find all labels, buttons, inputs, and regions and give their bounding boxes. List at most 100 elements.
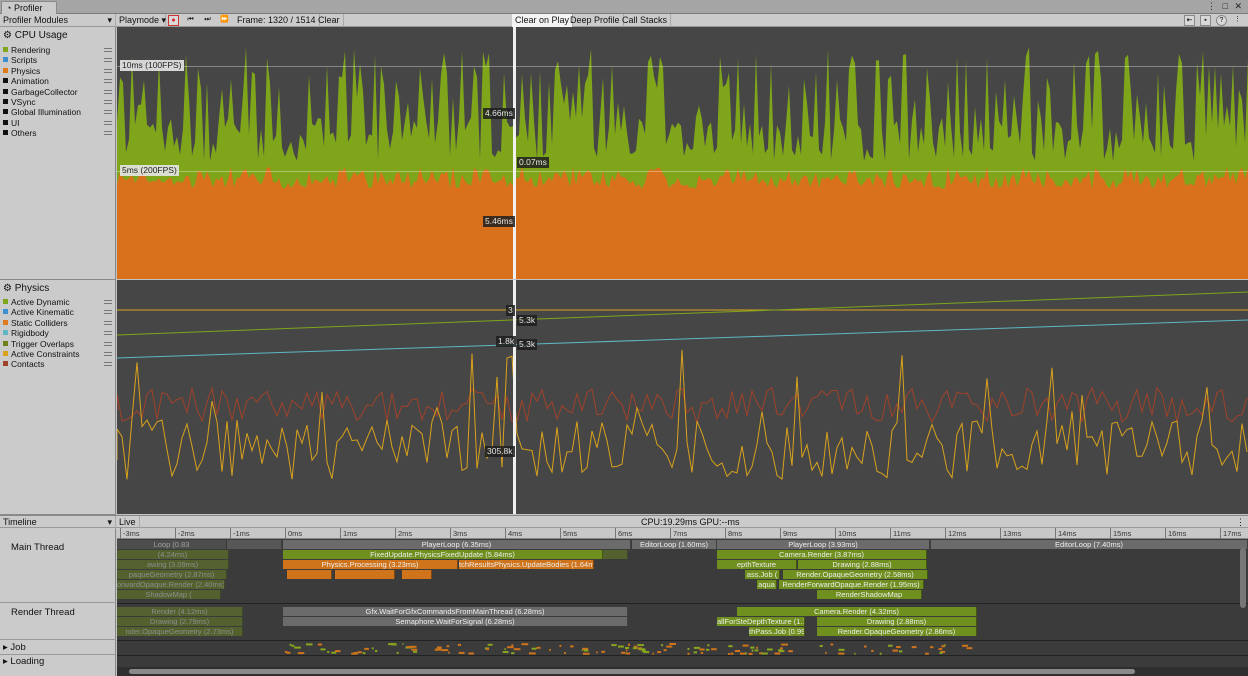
physics-graph[interactable]: 3 5.3k 1.8k 5.3k 305.8k bbox=[117, 280, 1248, 514]
physics-value-1-8k: 1.8k bbox=[496, 336, 517, 347]
menu-icon[interactable]: ⋮ bbox=[1232, 15, 1243, 26]
profiler-tab[interactable]: ◔ Profiler bbox=[1, 1, 58, 14]
cpu-legend-physics[interactable]: Physics bbox=[3, 66, 115, 76]
cpu-module-header[interactable]: ⚙ CPU Usage bbox=[3, 30, 68, 41]
drag-handle-icon[interactable] bbox=[104, 68, 112, 73]
physics-legend-trigger-overlaps[interactable]: Trigger Overlaps bbox=[3, 339, 115, 349]
physics-legend-active-kinematic[interactable]: Active Kinematic bbox=[3, 307, 115, 317]
block-editorloop-1[interactable]: EditorLoop (1.60ms) bbox=[632, 540, 717, 549]
first-frame-icon[interactable]: ⏮ bbox=[185, 15, 196, 26]
block-opaque-geometry[interactable]: Render.OpaqueGeometry (2.58ms) bbox=[783, 570, 928, 579]
block-prev-row5[interactable]: orwardOpaque.Render (2.40ms) bbox=[117, 580, 225, 589]
cpu-legend-others[interactable]: Others bbox=[3, 128, 115, 138]
cpu-usage-graph[interactable]: 10ms (100FPS) 5ms (200FPS) 4.66ms 0.07ms… bbox=[117, 27, 1248, 279]
window-controls[interactable]: ⋮ □ ✕ bbox=[1207, 1, 1244, 12]
physics-legend-active-dynamic[interactable]: Active Dynamic bbox=[3, 297, 115, 307]
drag-handle-icon[interactable] bbox=[104, 331, 112, 336]
block-loop-prev[interactable]: Loop (0.83 bbox=[117, 540, 227, 549]
job-sample bbox=[531, 647, 537, 650]
block-pass-job[interactable]: ass.Job ( bbox=[745, 570, 780, 579]
physics-legend-contacts[interactable]: Contacts bbox=[3, 359, 115, 369]
block-update-bodies[interactable]: tchResultsPhysics.UpdateBodies (1.64ms) bbox=[459, 560, 594, 569]
cpu-legend-animation[interactable]: Animation bbox=[3, 76, 115, 86]
clear-button[interactable]: Clear bbox=[315, 14, 344, 27]
block-physics-processing[interactable]: Physics.Processing (3.23ms) bbox=[283, 560, 458, 569]
load-icon[interactable]: ⇤ bbox=[1184, 15, 1195, 26]
cpu-legend-vsync[interactable]: VSync bbox=[3, 97, 115, 107]
block-physics-sub-1[interactable] bbox=[287, 570, 332, 579]
drag-handle-icon[interactable] bbox=[104, 110, 112, 115]
timeline-view[interactable]: -3ms -2ms -1ms 0ms 1ms 2ms 3ms 4ms 5ms 6ms 7ms 8ms 9… bbox=[117, 528, 1248, 676]
record-button[interactable]: ● bbox=[168, 15, 179, 26]
block-forward-opaque[interactable]: RenderForwardOpaque.Render (1.95ms) bbox=[779, 580, 924, 589]
clear-on-play-toggle[interactable]: Clear on Play bbox=[512, 14, 574, 27]
drag-handle-icon[interactable] bbox=[104, 300, 112, 304]
physics-legend-rigidbody[interactable]: Rigidbody bbox=[3, 328, 115, 338]
call-stacks-toggle[interactable]: Call Stacks bbox=[619, 14, 672, 27]
physics-legend-active-constraints[interactable]: Active Constraints bbox=[3, 349, 115, 359]
drag-handle-icon[interactable] bbox=[104, 79, 112, 84]
cpu-legend-ui[interactable]: UI bbox=[3, 118, 115, 128]
help-icon[interactable]: ? bbox=[1216, 15, 1227, 26]
drag-handle-icon[interactable] bbox=[104, 310, 112, 315]
physics-legend-static-colliders[interactable]: Static Colliders bbox=[3, 318, 115, 328]
block-prev[interactable] bbox=[227, 540, 282, 549]
cpu-legend-global-illumination[interactable]: Global Illumination bbox=[3, 107, 115, 117]
block-semaphore-wait[interactable]: Semaphore.WaitForSignal (6.28ms) bbox=[283, 617, 628, 626]
frame-cursor[interactable] bbox=[513, 27, 516, 279]
drag-handle-icon[interactable] bbox=[104, 48, 112, 52]
timeline-horizontal-scrollbar[interactable] bbox=[117, 667, 1248, 676]
block-physics-sub-3[interactable] bbox=[402, 570, 432, 579]
block-gfx-wait[interactable]: Gfx.WaitForGfxCommandsFromMainThread (6.… bbox=[283, 607, 628, 616]
block-render-shadowmap[interactable]: RenderShadowMap bbox=[817, 590, 922, 599]
drag-handle-icon[interactable] bbox=[104, 58, 112, 63]
drag-handle-icon[interactable] bbox=[104, 352, 112, 356]
render-prev-1[interactable]: Render (4.12ms) bbox=[117, 607, 243, 616]
block-fixedupdate[interactable]: FixedUpdate.PhysicsFixedUpdate (5.84ms) bbox=[283, 550, 603, 559]
render-camera-render[interactable]: Camera.Render (4.32ms) bbox=[737, 607, 977, 616]
render-depth-texture[interactable]: allForSteDepthTexture (1.1 bbox=[717, 617, 805, 626]
next-frame-icon[interactable]: ⏭ bbox=[202, 15, 213, 26]
job-thread-toggle[interactable]: ▸ Job bbox=[3, 642, 26, 653]
block-physics-sub-2[interactable] bbox=[335, 570, 395, 579]
drag-handle-icon[interactable] bbox=[104, 89, 112, 94]
scrollbar-thumb[interactable] bbox=[129, 669, 1135, 674]
view-mode-dropdown[interactable]: Timeline ▾ bbox=[0, 516, 116, 529]
rendering-value-label: 4.66ms bbox=[483, 108, 515, 119]
block-editorloop-2[interactable]: EditorLoop (7.40ms) bbox=[931, 540, 1248, 549]
time-ruler[interactable]: -3ms -2ms -1ms 0ms 1ms 2ms 3ms 4ms 5ms 6ms 7ms 8ms 9… bbox=[117, 528, 1248, 539]
timeline-vertical-scrollbar[interactable] bbox=[1240, 548, 1246, 608]
render-prev-2[interactable]: Drawing (2.79ms) bbox=[117, 617, 243, 626]
block-prev-row4[interactable]: paqueGeometry (2.87ms) bbox=[117, 570, 227, 579]
current-frame-icon[interactable]: ⏩ bbox=[219, 15, 230, 26]
drag-handle-icon[interactable] bbox=[104, 120, 112, 125]
block-aqua[interactable]: aqua bbox=[757, 580, 777, 589]
deep-profile-toggle[interactable]: Deep Profile bbox=[567, 14, 624, 27]
block-small[interactable] bbox=[603, 550, 628, 559]
cpu-legend-rendering[interactable]: Rendering bbox=[3, 45, 115, 55]
block-camera-render[interactable]: Camera.Render (3.87ms) bbox=[717, 550, 927, 559]
drag-handle-icon[interactable] bbox=[104, 362, 112, 367]
block-drawing[interactable]: Drawing (2.88ms) bbox=[798, 560, 927, 569]
profiler-modules-dropdown[interactable]: Profiler Modules ▾ bbox=[0, 14, 116, 27]
loading-thread-toggle[interactable]: ▸ Loading bbox=[3, 656, 44, 667]
drag-handle-icon[interactable] bbox=[104, 100, 112, 104]
render-opaque-geometry[interactable]: Render.OpaqueGeometry (2.86ms) bbox=[817, 627, 977, 636]
block-depthtexture[interactable]: epthTexture bbox=[717, 560, 797, 569]
cpu-legend-scripts[interactable]: Scripts bbox=[3, 55, 115, 65]
block-prev-row6[interactable]: ShadowMap ( bbox=[117, 590, 221, 599]
physics-module-header[interactable]: ⚙ Physics bbox=[3, 283, 49, 294]
block-playerloop-1[interactable]: PlayerLoop (6.35ms) bbox=[283, 540, 631, 549]
render-pass-job[interactable]: thPass.Job (0.99 bbox=[749, 627, 805, 636]
drag-handle-icon[interactable] bbox=[104, 131, 112, 136]
block-prev-row3[interactable]: awing (3.09ms) bbox=[117, 560, 229, 569]
block-prev-row2[interactable]: (4.24ms) bbox=[117, 550, 229, 559]
drag-handle-icon[interactable] bbox=[104, 320, 112, 325]
render-drawing[interactable]: Drawing (2.88ms) bbox=[817, 617, 977, 626]
cpu-legend-garbagecollector[interactable]: GarbageCollector bbox=[3, 87, 115, 97]
block-playerloop-2[interactable]: PlayerLoop (3.93ms) bbox=[717, 540, 930, 549]
render-prev-3[interactable]: nder.OpaqueGeometry (2.73ms) bbox=[117, 627, 243, 636]
drag-handle-icon[interactable] bbox=[104, 341, 112, 346]
playmode-dropdown[interactable]: Playmode ▾ bbox=[116, 14, 166, 27]
save-icon[interactable]: ▪ bbox=[1200, 15, 1211, 26]
